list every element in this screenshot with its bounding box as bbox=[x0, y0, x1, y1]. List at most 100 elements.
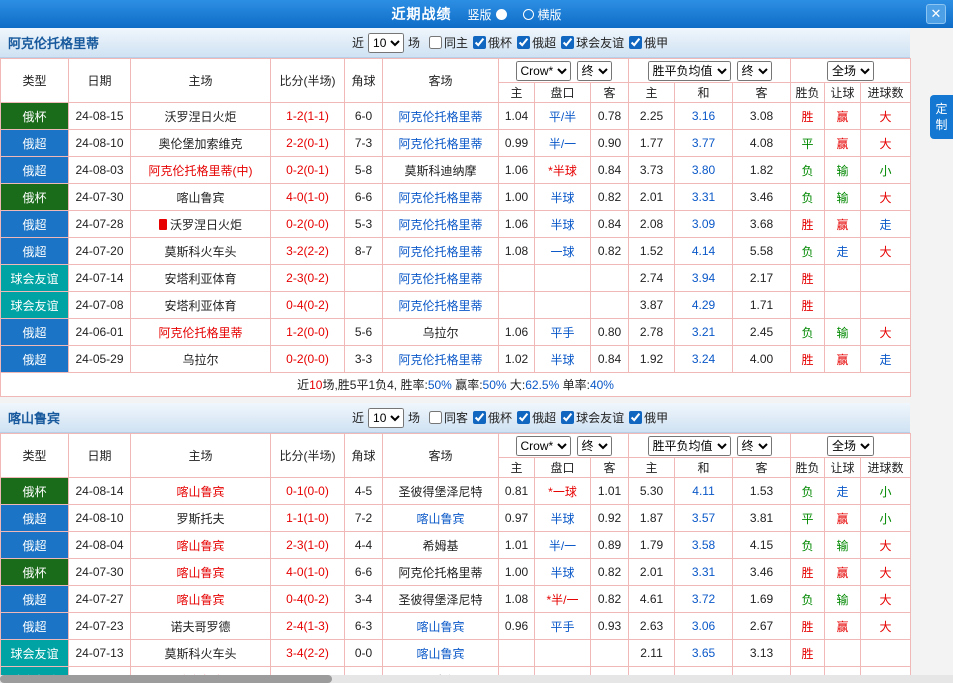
corner-count bbox=[345, 292, 383, 319]
filter-checkbox-club-friendly[interactable]: 球会友谊 bbox=[561, 409, 624, 426]
score: 2-2(0-1) bbox=[271, 130, 345, 157]
away-team-link[interactable]: 阿克伦托格里蒂 bbox=[383, 238, 499, 265]
handicap-result bbox=[825, 265, 861, 292]
filter-checkbox-russian-first[interactable]: 俄甲 bbox=[629, 409, 668, 426]
away-team-link[interactable]: 阿克伦托格里蒂 bbox=[383, 559, 499, 586]
col-avg-home: 主 bbox=[629, 458, 675, 478]
away-team-link[interactable]: 阿克伦托格里蒂 bbox=[383, 130, 499, 157]
radio-unselected-icon bbox=[523, 9, 534, 20]
recent-count-select[interactable]: 10 bbox=[368, 33, 404, 53]
home-team-link[interactable]: 乌拉尔 bbox=[131, 346, 271, 373]
match-type-badge: 俄超 bbox=[1, 532, 69, 559]
filter-checkbox-russian-super[interactable]: 俄超 bbox=[517, 409, 556, 426]
home-team-link[interactable]: 阿克伦托格里蒂 bbox=[131, 319, 271, 346]
avg-home-odds: 2.11 bbox=[629, 640, 675, 667]
team-title: 喀山鲁宾 bbox=[8, 408, 60, 427]
filter-checkbox-russian-first[interactable]: 俄甲 bbox=[629, 34, 668, 51]
avg-odds-select[interactable]: 胜平负均值 bbox=[648, 436, 731, 456]
checkbox-input[interactable] bbox=[473, 411, 486, 424]
score: 1-1(1-0) bbox=[271, 505, 345, 532]
away-team-link[interactable]: 喀山鲁宾 bbox=[383, 640, 499, 667]
avg-final-select[interactable]: 终 bbox=[737, 436, 772, 456]
scope-select[interactable]: 全场 bbox=[827, 436, 874, 456]
avg-draw-odds: 4.11 bbox=[675, 478, 733, 505]
away-team-link[interactable]: 阿克伦托格里蒂 bbox=[383, 346, 499, 373]
odds-source-select[interactable]: Crow* bbox=[516, 436, 571, 456]
away-team-link[interactable]: 圣彼得堡泽尼特 bbox=[383, 586, 499, 613]
checkbox-input[interactable] bbox=[561, 36, 574, 49]
odds-final-select[interactable]: 终 bbox=[577, 436, 612, 456]
handicap-result bbox=[825, 640, 861, 667]
close-icon[interactable]: ✕ bbox=[926, 4, 946, 24]
away-team-link[interactable]: 阿克伦托格里蒂 bbox=[383, 292, 499, 319]
avg-draw-odds: 3.31 bbox=[675, 559, 733, 586]
scope-select[interactable]: 全场 bbox=[827, 61, 874, 81]
checkbox-input[interactable] bbox=[429, 411, 442, 424]
checkbox-input[interactable] bbox=[561, 411, 574, 424]
home-team-link[interactable]: 诺夫哥罗德 bbox=[131, 613, 271, 640]
checkbox-input[interactable] bbox=[629, 411, 642, 424]
col-goals: 进球数 bbox=[861, 458, 911, 478]
avg-away-odds: 1.71 bbox=[733, 292, 791, 319]
home-team-link[interactable]: 沃罗涅日火炬 bbox=[131, 103, 271, 130]
home-team-link[interactable]: 喀山鲁宾 bbox=[131, 532, 271, 559]
col-away: 客场 bbox=[383, 59, 499, 103]
home-team-link[interactable]: 奥伦堡加索维克 bbox=[131, 130, 271, 157]
home-team-link[interactable]: 喀山鲁宾 bbox=[131, 184, 271, 211]
filter-checkbox-russian-cup[interactable]: 俄杯 bbox=[473, 409, 512, 426]
away-team-link[interactable]: 阿克伦托格里蒂 bbox=[383, 211, 499, 238]
checkbox-input[interactable] bbox=[629, 36, 642, 49]
avg-final-select[interactable]: 终 bbox=[737, 61, 772, 81]
away-odds bbox=[591, 640, 629, 667]
filter-checkbox-club-friendly[interactable]: 球会友谊 bbox=[561, 34, 624, 51]
home-team-link[interactable]: 莫斯科火车头 bbox=[131, 238, 271, 265]
handicap-line bbox=[535, 265, 591, 292]
odds-source-select[interactable]: Crow* bbox=[516, 61, 571, 81]
checkbox-input[interactable] bbox=[517, 411, 530, 424]
horizontal-scrollbar[interactable] bbox=[0, 675, 953, 683]
checkbox-label: 俄甲 bbox=[644, 34, 668, 51]
away-team-link[interactable]: 乌拉尔 bbox=[383, 319, 499, 346]
away-team-link[interactable]: 阿克伦托格里蒂 bbox=[383, 184, 499, 211]
home-team-link[interactable]: 阿克伦托格里蒂(中) bbox=[131, 157, 271, 184]
away-team-link[interactable]: 喀山鲁宾 bbox=[383, 505, 499, 532]
layout-radio-vertical[interactable]: 竖版 bbox=[467, 6, 506, 23]
filter-checkbox-same-home[interactable]: 同主 bbox=[429, 34, 468, 51]
avg-away-odds: 4.00 bbox=[733, 346, 791, 373]
home-team-link[interactable]: 喀山鲁宾 bbox=[131, 478, 271, 505]
away-team-link[interactable]: 阿克伦托格里蒂 bbox=[383, 103, 499, 130]
away-odds: 0.84 bbox=[591, 211, 629, 238]
recent-count-select[interactable]: 10 bbox=[368, 408, 404, 428]
home-team-link[interactable]: 沃罗涅日火炬 bbox=[131, 211, 271, 238]
home-team-link[interactable]: 喀山鲁宾 bbox=[131, 586, 271, 613]
home-team-link[interactable]: 喀山鲁宾 bbox=[131, 559, 271, 586]
home-team-link[interactable]: 罗斯托夫 bbox=[131, 505, 271, 532]
checkbox-input[interactable] bbox=[473, 36, 486, 49]
customize-tab[interactable]: 定制 bbox=[930, 95, 953, 139]
filter-checkbox-russian-cup[interactable]: 俄杯 bbox=[473, 34, 512, 51]
odds-final-select[interactable]: 终 bbox=[577, 61, 612, 81]
home-odds: 1.08 bbox=[499, 586, 535, 613]
home-team-link[interactable]: 莫斯科火车头 bbox=[131, 640, 271, 667]
avg-odds-select[interactable]: 胜平负均值 bbox=[648, 61, 731, 81]
match-row: 俄超24-07-20莫斯科火车头3-2(2-2)8-7阿克伦托格里蒂1.08一球… bbox=[1, 238, 911, 265]
away-team-link[interactable]: 希姆基 bbox=[383, 532, 499, 559]
col-avg-draw: 和 bbox=[675, 458, 733, 478]
away-team-link[interactable]: 喀山鲁宾 bbox=[383, 613, 499, 640]
checkbox-input[interactable] bbox=[429, 36, 442, 49]
filter-checkbox-same-away[interactable]: 同客 bbox=[429, 409, 468, 426]
checkbox-input[interactable] bbox=[517, 36, 530, 49]
layout-radio-horizontal[interactable]: 横版 bbox=[523, 6, 562, 23]
away-team-link[interactable]: 莫斯科迪纳摩 bbox=[383, 157, 499, 184]
away-team-link[interactable]: 圣彼得堡泽尼特 bbox=[383, 478, 499, 505]
home-team-link[interactable]: 安塔利亚体育 bbox=[131, 292, 271, 319]
avg-draw-odds: 3.72 bbox=[675, 586, 733, 613]
games-label: 场 bbox=[408, 409, 420, 426]
score: 2-4(1-3) bbox=[271, 613, 345, 640]
home-odds: 1.06 bbox=[499, 157, 535, 184]
filter-checkbox-russian-super[interactable]: 俄超 bbox=[517, 34, 556, 51]
home-team-link[interactable]: 安塔利亚体育 bbox=[131, 265, 271, 292]
scrollbar-thumb[interactable] bbox=[0, 675, 332, 683]
goals-result: 小 bbox=[861, 505, 911, 532]
away-team-link[interactable]: 阿克伦托格里蒂 bbox=[383, 265, 499, 292]
